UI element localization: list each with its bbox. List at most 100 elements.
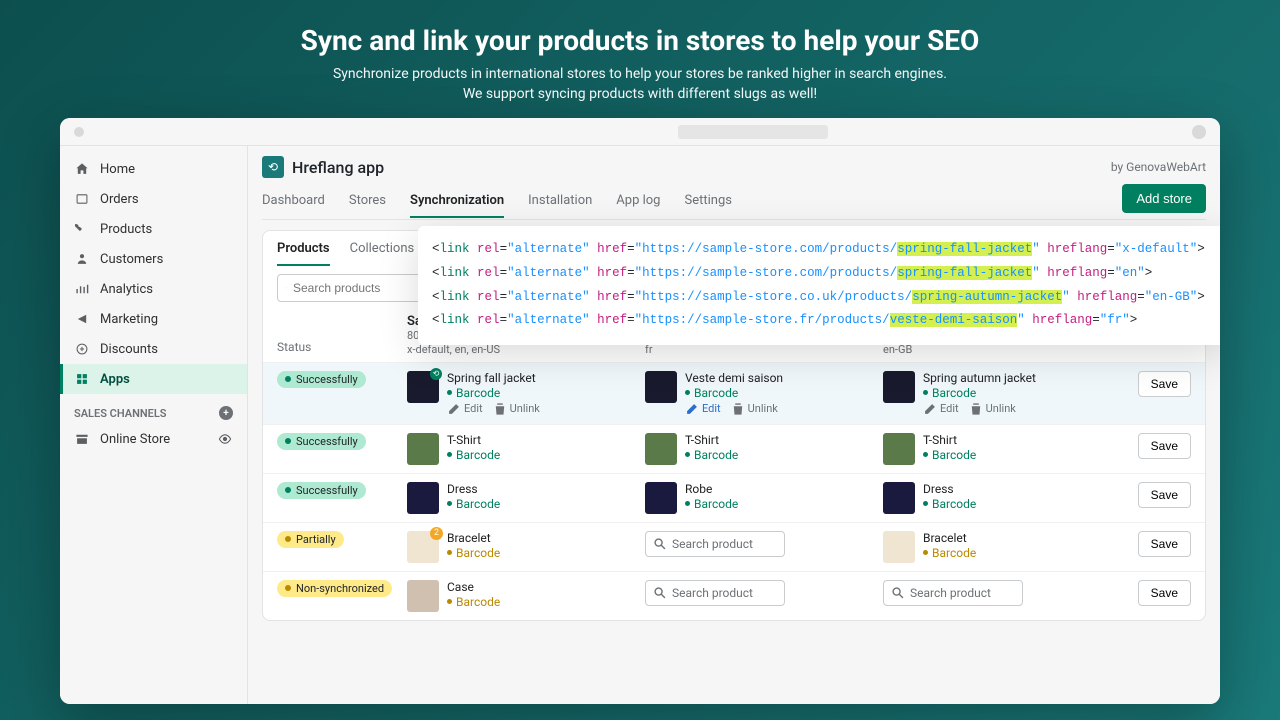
- analytics-icon: [74, 281, 90, 297]
- app-author: by GenovaWebArt: [1111, 160, 1206, 174]
- window-search-placeholder: [678, 125, 828, 139]
- apps-icon: [74, 371, 90, 387]
- status-header: Status: [277, 340, 407, 354]
- product-name: T-Shirt: [447, 433, 500, 447]
- window-dot: [74, 127, 84, 137]
- product-name: Veste demi saison: [685, 371, 783, 385]
- eye-icon[interactable]: [217, 431, 233, 447]
- product-name: Robe: [685, 482, 738, 496]
- save-button[interactable]: Save: [1138, 580, 1191, 606]
- add-store-button[interactable]: Add store: [1122, 184, 1206, 213]
- tab-installation[interactable]: Installation: [528, 185, 592, 218]
- add-channel-icon[interactable]: +: [219, 406, 233, 420]
- count-badge: 2: [430, 527, 443, 540]
- sidebar-item-orders[interactable]: Orders: [60, 184, 247, 214]
- products-icon: [74, 221, 90, 237]
- barcode-label: Barcode: [685, 448, 738, 462]
- barcode-label: Barcode: [685, 497, 738, 511]
- window-bar: [60, 118, 1220, 146]
- search-product-input[interactable]: Search product: [645, 580, 785, 606]
- product-name: T-Shirt: [685, 433, 738, 447]
- tab-stores[interactable]: Stores: [349, 185, 386, 218]
- tab-app-log[interactable]: App log: [616, 185, 660, 218]
- sidebar-item-discounts[interactable]: Discounts: [60, 334, 247, 364]
- product-thumb: 2: [407, 531, 439, 563]
- product-name: Spring autumn jacket: [923, 371, 1036, 385]
- table-row: Non-synchronized CaseBarcode Search produc…: [263, 571, 1205, 620]
- product-thumb: [407, 580, 439, 612]
- barcode-label: Barcode: [447, 497, 500, 511]
- search-product-input[interactable]: Search product: [645, 531, 785, 557]
- app-window: HomeOrdersProductsCustomersAnalyticsMark…: [60, 118, 1220, 704]
- barcode-label: Barcode: [923, 448, 976, 462]
- table-row: Partially2BraceletBarcodeSearch productB…: [263, 522, 1205, 571]
- barcode-label: Barcode: [447, 595, 500, 609]
- product-name: Dress: [447, 482, 500, 496]
- product-thumb: [883, 433, 915, 465]
- unlink-button[interactable]: Unlink: [731, 402, 778, 416]
- tab-settings[interactable]: Settings: [684, 185, 731, 218]
- unlink-button[interactable]: Unlink: [969, 402, 1016, 416]
- barcode-label: Barcode: [923, 546, 976, 560]
- product-thumb: [645, 371, 677, 403]
- customers-icon: [74, 251, 90, 267]
- status-badge: Successfully: [277, 433, 366, 450]
- product-thumb: [407, 433, 439, 465]
- barcode-label: Barcode: [447, 448, 500, 462]
- store-icon: [74, 431, 90, 447]
- product-thumb: [883, 371, 915, 403]
- product-name: Case: [447, 580, 500, 594]
- sidebar-item-products[interactable]: Products: [60, 214, 247, 244]
- sidebar-item-analytics[interactable]: Analytics: [60, 274, 247, 304]
- barcode-label: Barcode: [923, 497, 976, 511]
- search-product-input[interactable]: Search product: [883, 580, 1023, 606]
- table-row: Successfully ⟲ Spring fall jacketBarcode Ed…: [263, 362, 1205, 424]
- edit-button[interactable]: Edit: [447, 402, 483, 416]
- product-name: Bracelet: [923, 531, 976, 545]
- product-thumb: [883, 531, 915, 563]
- discounts-icon: [74, 341, 90, 357]
- product-name: Spring fall jacket: [447, 371, 540, 385]
- home-icon: [74, 161, 90, 177]
- orders-icon: [74, 191, 90, 207]
- status-badge: Successfully: [277, 482, 366, 499]
- save-button[interactable]: Save: [1138, 531, 1191, 557]
- product-thumb: ⟲: [407, 371, 439, 403]
- tab-dashboard[interactable]: Dashboard: [262, 185, 325, 218]
- sidebar-item-home[interactable]: Home: [60, 154, 247, 184]
- sales-channels-label: SALES CHANNELS +: [60, 394, 247, 424]
- save-button[interactable]: Save: [1138, 371, 1191, 397]
- hero-subtitle-1: Synchronize products in international st…: [0, 65, 1280, 85]
- save-button[interactable]: Save: [1138, 433, 1191, 459]
- sub-tab-collections[interactable]: Collections: [350, 241, 415, 266]
- product-thumb: [883, 482, 915, 514]
- edit-button[interactable]: Edit: [685, 402, 721, 416]
- unlink-button[interactable]: Unlink: [493, 402, 540, 416]
- tab-synchronization[interactable]: Synchronization: [410, 185, 504, 218]
- sidebar-item-marketing[interactable]: Marketing: [60, 304, 247, 334]
- status-badge: Non-synchronized: [277, 580, 392, 597]
- sidebar-item-apps[interactable]: Apps: [60, 364, 247, 394]
- table-row: SuccessfullyT-ShirtBarcodeT-ShirtBarcode…: [263, 424, 1205, 473]
- status-badge: Successfully: [277, 371, 366, 388]
- app-logo: ⟲: [262, 156, 284, 178]
- save-button[interactable]: Save: [1138, 482, 1191, 508]
- sub-tab-products[interactable]: Products: [277, 241, 330, 266]
- marketing-icon: [74, 311, 90, 327]
- hero-subtitle-2: We support syncing products with differe…: [0, 85, 1280, 105]
- status-badge: Partially: [277, 531, 344, 548]
- table-row: SuccessfullyDressBarcodeRobeBarcodeDress…: [263, 473, 1205, 522]
- product-name: T-Shirt: [923, 433, 976, 447]
- sidebar-item-online-store[interactable]: Online Store: [60, 424, 247, 454]
- barcode-label: Barcode: [447, 546, 500, 560]
- app-name: Hreflang app: [292, 158, 384, 177]
- main-content: ⟲ Hreflang app by GenovaWebArt Dashboard…: [248, 146, 1220, 704]
- product-name: Dress: [923, 482, 976, 496]
- sidebar-item-customers[interactable]: Customers: [60, 244, 247, 274]
- edit-button[interactable]: Edit: [923, 402, 959, 416]
- product-name: Bracelet: [447, 531, 500, 545]
- barcode-label: Barcode: [447, 386, 540, 400]
- avatar[interactable]: [1192, 125, 1206, 139]
- sidebar: HomeOrdersProductsCustomersAnalyticsMark…: [60, 146, 248, 704]
- product-thumb: [645, 433, 677, 465]
